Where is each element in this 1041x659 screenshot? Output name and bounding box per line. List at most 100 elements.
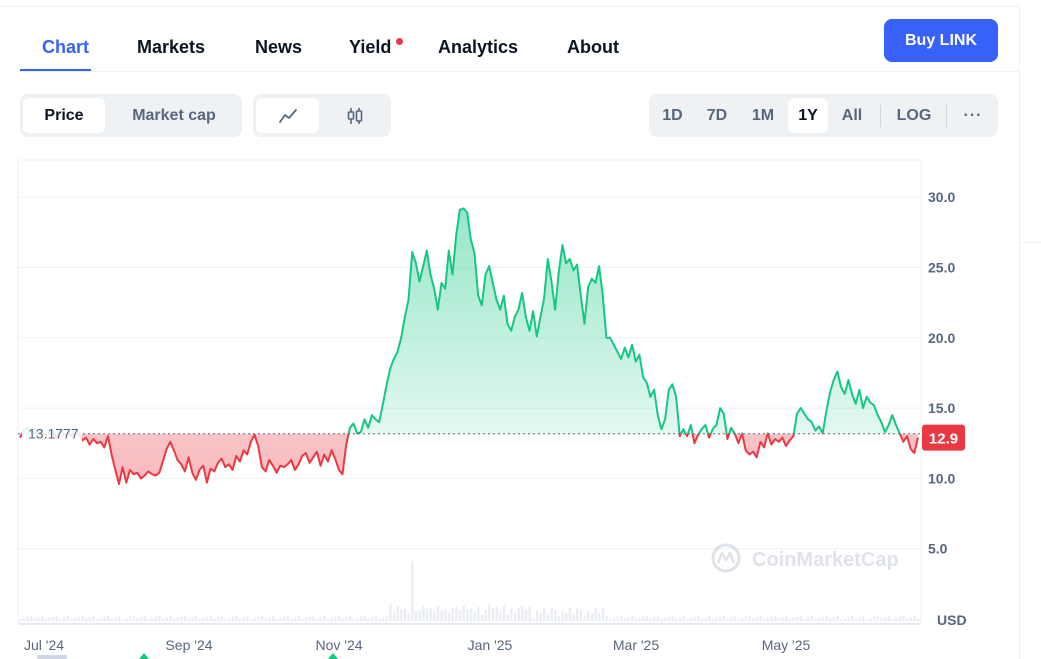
volume-bar xyxy=(260,615,264,621)
coinmarketcap-watermark: CoinMarketCap xyxy=(711,543,899,573)
line-chart-button[interactable] xyxy=(256,98,319,133)
volume-bar xyxy=(649,618,652,621)
volume-bar xyxy=(341,618,344,621)
volume-bar xyxy=(576,608,579,621)
volume-bar xyxy=(829,618,832,621)
volume-bar xyxy=(378,619,381,621)
volume-bar xyxy=(803,618,806,621)
volume-bar xyxy=(84,618,88,621)
volume-bar xyxy=(66,616,70,621)
volume-bar xyxy=(499,611,502,621)
volume-bar xyxy=(253,617,256,621)
volume-bar xyxy=(88,617,92,621)
volume-bar xyxy=(308,616,311,621)
volume-bar xyxy=(484,609,487,621)
volume-bar xyxy=(788,619,792,621)
current-price-value: 12.9 xyxy=(929,431,958,448)
yield-notification-dot xyxy=(396,38,403,45)
volume-bar xyxy=(836,616,839,621)
baseline-value-label: 13.1777 xyxy=(28,426,79,442)
volume-bar xyxy=(792,617,795,621)
volume-bar xyxy=(755,617,759,621)
range-1m[interactable]: 1M xyxy=(744,98,782,133)
range-separator xyxy=(880,105,881,127)
volume-bar xyxy=(62,617,66,621)
market-cap-option[interactable]: Market cap xyxy=(115,98,233,133)
range-1d[interactable]: 1D xyxy=(656,98,689,133)
range-all[interactable]: All xyxy=(834,98,870,133)
volume-bar xyxy=(385,616,388,621)
volume-bar xyxy=(213,618,216,621)
volume-bar xyxy=(268,617,271,621)
volume-bar xyxy=(136,618,139,621)
volume-bar xyxy=(528,605,531,621)
y-tick-label: 25.0 xyxy=(928,259,955,275)
volume-bar xyxy=(451,608,454,621)
log-scale-button[interactable]: LOG xyxy=(888,98,940,133)
volume-bars xyxy=(19,561,920,621)
volume-bar xyxy=(73,617,77,621)
volume-bar xyxy=(517,607,520,621)
volume-bar xyxy=(433,611,436,621)
volume-bar xyxy=(440,610,443,621)
volume-bar xyxy=(722,615,726,621)
volume-bar xyxy=(396,606,399,621)
volume-bar xyxy=(92,616,95,621)
tab-about[interactable]: About xyxy=(567,37,619,58)
tab-markets[interactable]: Markets xyxy=(137,37,205,58)
volume-bar xyxy=(407,612,410,621)
tab-analytics[interactable]: Analytics xyxy=(438,37,518,58)
volume-bar xyxy=(469,608,473,621)
volume-bar xyxy=(851,615,854,621)
range-1y[interactable]: 1Y xyxy=(788,98,828,133)
volume-bar xyxy=(502,606,506,621)
range-7d[interactable]: 7D xyxy=(698,98,736,133)
volume-bar xyxy=(546,613,550,621)
volume-bar xyxy=(667,616,671,621)
price-line-up xyxy=(20,207,901,434)
volume-bar xyxy=(810,616,814,621)
volume-bar xyxy=(605,616,608,621)
volume-bar xyxy=(777,618,781,621)
volume-bar xyxy=(282,616,286,621)
tab-yield[interactable]: Yield xyxy=(349,37,391,58)
volume-bar xyxy=(645,615,649,621)
volume-bar xyxy=(246,616,249,621)
volume-bar xyxy=(700,618,704,621)
more-options-button[interactable]: ··· xyxy=(952,98,994,133)
volume-bar xyxy=(279,617,282,621)
volume-bar xyxy=(132,615,136,621)
volume-bar xyxy=(587,610,590,621)
volume-bar xyxy=(656,616,660,621)
volume-bar xyxy=(293,617,297,621)
volume-bar xyxy=(572,613,575,621)
volume-bar xyxy=(902,615,905,621)
volume-bar xyxy=(429,608,432,621)
volume-bar xyxy=(825,615,828,621)
volume-bar xyxy=(209,615,212,621)
volume-bar xyxy=(81,615,84,621)
volume-bar xyxy=(741,617,744,621)
volume-bar xyxy=(704,617,707,621)
volume-bar xyxy=(770,616,773,621)
volume-bar xyxy=(458,610,462,621)
volume-bar xyxy=(737,619,740,621)
volume-bar xyxy=(594,607,597,621)
buy-link-button[interactable]: Buy LINK xyxy=(884,19,998,62)
volume-bar xyxy=(491,608,495,621)
tab-chart[interactable]: Chart xyxy=(42,37,89,58)
volume-bar xyxy=(183,615,187,621)
tab-news[interactable]: News xyxy=(255,37,302,58)
event-marker-icon xyxy=(139,653,149,659)
volume-bar xyxy=(367,618,370,621)
volume-bar xyxy=(818,617,821,621)
volume-bar xyxy=(832,617,836,621)
volume-bar xyxy=(612,617,616,621)
price-option[interactable]: Price xyxy=(23,98,105,133)
volume-bar xyxy=(227,617,231,621)
candlestick-chart-button[interactable] xyxy=(323,98,387,133)
volume-bar xyxy=(264,618,267,621)
volume-bar xyxy=(455,607,458,621)
volume-bar xyxy=(425,609,429,621)
volume-bar xyxy=(319,617,322,621)
